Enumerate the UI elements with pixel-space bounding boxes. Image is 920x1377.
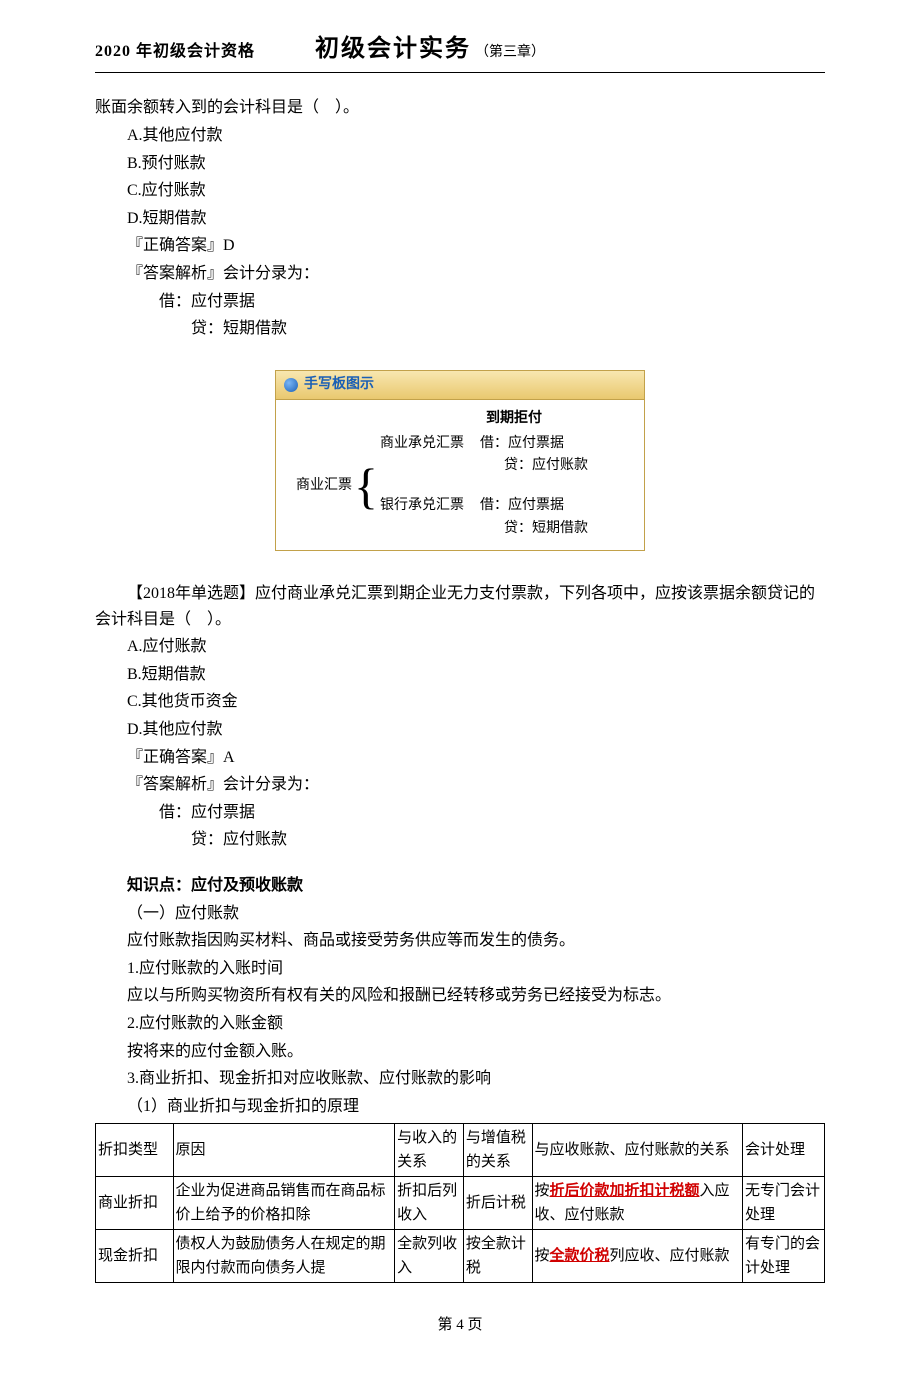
r2-reason: 债权人为鼓励债务人在规定的期限内付款而向债务人提 <box>173 1230 395 1283</box>
r1-vat: 折后计税 <box>463 1177 532 1230</box>
r2-receivable: 按全款价税列应收、应付账款 <box>532 1230 743 1283</box>
q1-analysis: 『答案解析』会计分录为： <box>95 261 825 287</box>
r2-receivable-post: 列应收、应付账款 <box>610 1248 730 1264</box>
diagram-b1-debit: 借：应付票据 <box>480 433 620 455</box>
page-header: 2020 年初级会计资格 初级会计实务 （第三章） <box>95 30 825 73</box>
knowledge-point-title: 知识点：应付及预收账款 <box>95 873 825 899</box>
kp-section-1-desc: 应付账款指因购买材料、商品或接受劳务供应等而发生的债务。 <box>95 928 825 954</box>
r1-receivable-pre: 按 <box>535 1183 550 1199</box>
r2-vat: 按全款计税 <box>463 1230 532 1283</box>
globe-icon <box>284 378 298 392</box>
r2-receivable-pre: 按 <box>535 1248 550 1264</box>
diagram-root: 商业汇票 <box>286 475 352 497</box>
q1-option-c: C.应付账款 <box>95 178 825 204</box>
diagram-b2-credit: 贷：短期借款 <box>480 518 620 540</box>
th-accounting: 会计处理 <box>743 1124 825 1177</box>
r1-income: 折扣后列收入 <box>395 1177 464 1230</box>
q1-entry-credit: 贷：短期借款 <box>95 316 825 342</box>
q1-option-b: B.预付账款 <box>95 151 825 177</box>
diagram-b2-debit: 借：应付票据 <box>480 495 620 517</box>
diagram-title-bar: 手写板图示 <box>276 371 644 400</box>
q2-option-b: B.短期借款 <box>95 662 825 688</box>
table-row-header: 折扣类型 原因 与收入的关系 与增值税的关系 与应收账款、应付账款的关系 会计处… <box>96 1124 825 1177</box>
header-title: 初级会计实务 <box>315 30 471 68</box>
q2-option-c: C.其他货币资金 <box>95 689 825 715</box>
r2-income: 全款列收入 <box>395 1230 464 1283</box>
q2-entry-debit: 借：应付票据 <box>95 800 825 826</box>
q1-entry-debit: 借：应付票据 <box>95 289 825 315</box>
th-receivable: 与应收账款、应付账款的关系 <box>532 1124 743 1177</box>
th-vat: 与增值税的关系 <box>463 1124 532 1177</box>
q2-entry-credit: 贷：应付账款 <box>95 827 825 853</box>
kp-point-1-desc: 应以与所购买物资所有权有关的风险和报酬已经转移或劳务已经接受为标志。 <box>95 983 825 1009</box>
kp-point-3-sub: （1）商业折扣与现金折扣的原理 <box>95 1094 825 1120</box>
table-row: 商业折扣 企业为促进商品销售而在商品标价上给予的价格扣除 折扣后列收入 折后计税… <box>96 1177 825 1230</box>
q1-answer: 『正确答案』D <box>95 233 825 259</box>
kp-point-1: 1.应付账款的入账时间 <box>95 956 825 982</box>
discount-table: 折扣类型 原因 与收入的关系 与增值税的关系 与应收账款、应付账款的关系 会计处… <box>95 1123 825 1283</box>
diagram-branch-1: 商业承兑汇票 <box>380 433 480 478</box>
header-chapter: （第三章） <box>475 42 545 64</box>
r1-receivable: 按折后价款加折扣计税额入应收、应付账款 <box>532 1177 743 1230</box>
kp-point-2: 2.应付账款的入账金额 <box>95 1011 825 1037</box>
diagram-body: 到期拒付 商业汇票 { 商业承兑汇票 借：应付票据 贷：应付账款 银行承兑汇票 <box>276 400 644 550</box>
q2-answer: 『正确答案』A <box>95 745 825 771</box>
table-row: 现金折扣 债权人为鼓励债务人在规定的期限内付款而向债务人提 全款列收入 按全款计… <box>96 1230 825 1283</box>
th-reason: 原因 <box>173 1124 395 1177</box>
r2-receivable-red: 全款价税 <box>550 1248 610 1264</box>
r1-type: 商业折扣 <box>96 1177 174 1230</box>
q1-option-a: A.其他应付款 <box>95 123 825 149</box>
kp-section-1: （一）应付账款 <box>95 901 825 927</box>
diagram-header-right: 到期拒付 <box>486 408 626 430</box>
diagram-branch-2: 银行承兑汇票 <box>380 495 480 540</box>
kp-point-3: 3.商业折扣、现金折扣对应收账款、应付账款的影响 <box>95 1066 825 1092</box>
r1-receivable-red: 折后价款加折扣计税额 <box>550 1183 700 1199</box>
q1-option-d: D.短期借款 <box>95 206 825 232</box>
r2-accounting: 有专门的会计处理 <box>743 1230 825 1283</box>
q2-analysis: 『答案解析』会计分录为： <box>95 772 825 798</box>
th-income: 与收入的关系 <box>395 1124 464 1177</box>
th-type: 折扣类型 <box>96 1124 174 1177</box>
page-number: 第 4 页 <box>95 1313 825 1337</box>
q2-option-d: D.其他应付款 <box>95 717 825 743</box>
diagram-b1-credit: 贷：应付账款 <box>480 455 620 477</box>
q1-stem: 账面余额转入到的会计科目是（ ）。 <box>95 95 825 121</box>
r1-reason: 企业为促进商品销售而在商品标价上给予的价格扣除 <box>173 1177 395 1230</box>
header-year: 2020 年初级会计资格 <box>95 39 255 65</box>
kp-point-2-desc: 按将来的应付金额入账。 <box>95 1039 825 1065</box>
q2-option-a: A.应付账款 <box>95 634 825 660</box>
diagram-title-text: 手写板图示 <box>304 374 374 396</box>
handwriting-diagram: 手写板图示 到期拒付 商业汇票 { 商业承兑汇票 借：应付票据 贷：应付账款 <box>275 370 645 551</box>
r1-accounting: 无专门会计处理 <box>743 1177 825 1230</box>
r2-type: 现金折扣 <box>96 1230 174 1283</box>
q2-stem: 【2018年单选题】应付商业承兑汇票到期企业无力支付票款，下列各项中，应按该票据… <box>95 581 825 632</box>
